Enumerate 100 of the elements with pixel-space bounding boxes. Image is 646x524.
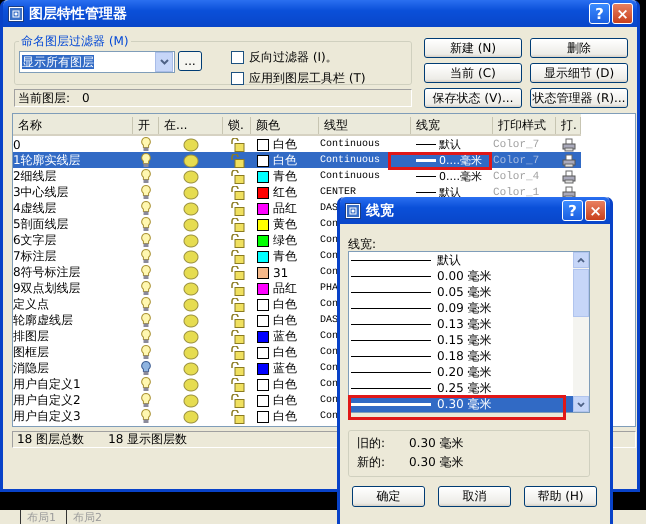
printer-icon[interactable] bbox=[562, 138, 576, 152]
lightbulb-icon[interactable] bbox=[141, 361, 151, 376]
list-item[interactable]: 0.05 毫米 bbox=[349, 284, 573, 300]
sun-icon[interactable] bbox=[183, 314, 199, 328]
chevron-down-icon[interactable] bbox=[577, 402, 585, 406]
sun-icon[interactable] bbox=[183, 298, 199, 312]
action-button[interactable]: 删除 bbox=[530, 38, 628, 58]
column-header[interactable]: 打印样式 bbox=[493, 117, 556, 134]
sun-icon[interactable] bbox=[183, 378, 199, 392]
lightbulb-icon[interactable] bbox=[141, 169, 151, 184]
column-header[interactable]: 锁. bbox=[223, 117, 251, 134]
lightbulb-icon[interactable] bbox=[141, 377, 151, 392]
padlock-icon[interactable] bbox=[230, 330, 244, 344]
lightbulb-icon[interactable] bbox=[141, 409, 151, 424]
dialog-button[interactable]: 确定 bbox=[352, 486, 425, 507]
sun-icon[interactable] bbox=[183, 362, 199, 376]
lightbulb-icon[interactable] bbox=[141, 329, 151, 344]
action-button[interactable]: 状态管理器 (R)... bbox=[530, 88, 628, 108]
sun-icon[interactable] bbox=[183, 250, 199, 264]
sun-icon[interactable] bbox=[183, 346, 199, 360]
list-item[interactable]: 0.00 毫米 bbox=[349, 268, 573, 284]
lightbulb-icon[interactable] bbox=[141, 345, 151, 360]
column-header[interactable]: 线宽 bbox=[411, 117, 493, 134]
lightbulb-icon[interactable] bbox=[141, 233, 151, 248]
help-button[interactable]: ? bbox=[589, 3, 610, 24]
sun-icon[interactable] bbox=[183, 202, 199, 216]
close-button[interactable]: × bbox=[612, 3, 633, 24]
lightbulb-icon[interactable] bbox=[141, 153, 151, 168]
sun-icon[interactable] bbox=[183, 154, 199, 168]
lightbulb-icon[interactable] bbox=[141, 313, 151, 328]
list-item[interactable]: 0.18 毫米 bbox=[349, 348, 573, 364]
column-header[interactable]: 打. bbox=[556, 117, 581, 134]
padlock-icon[interactable] bbox=[230, 314, 244, 328]
padlock-icon[interactable] bbox=[230, 298, 244, 312]
padlock-icon[interactable] bbox=[230, 346, 244, 360]
padlock-icon[interactable] bbox=[230, 282, 244, 296]
list-item[interactable]: 0.20 毫米 bbox=[349, 364, 573, 380]
list-item[interactable]: 0.13 毫米 bbox=[349, 316, 573, 332]
printer-icon[interactable] bbox=[562, 170, 576, 184]
action-button[interactable]: 当前 (C) bbox=[424, 63, 522, 83]
sun-icon[interactable] bbox=[183, 266, 199, 280]
lightbulb-icon[interactable] bbox=[141, 393, 151, 408]
list-item[interactable]: 0.25 毫米 bbox=[349, 380, 573, 396]
action-button[interactable]: 保存状态 (V)... bbox=[424, 88, 522, 108]
layer-row[interactable]: 1轮廓实线层 白色 Continuous 0....毫米 Color_7 bbox=[13, 152, 581, 168]
padlock-icon[interactable] bbox=[230, 410, 244, 424]
padlock-icon[interactable] bbox=[230, 394, 244, 408]
padlock-icon[interactable] bbox=[230, 250, 244, 264]
close-button[interactable]: × bbox=[585, 200, 606, 221]
scroll-thumb[interactable] bbox=[573, 269, 589, 317]
list-item[interactable]: 默认 bbox=[349, 252, 573, 268]
sun-icon[interactable] bbox=[183, 186, 199, 200]
sun-icon[interactable] bbox=[183, 282, 199, 296]
padlock-icon[interactable] bbox=[230, 202, 244, 216]
layer-row[interactable]: 3中心线层 红色 CENTER 默认 Color_1 bbox=[13, 184, 581, 200]
lightbulb-icon[interactable] bbox=[141, 201, 151, 216]
printer-icon[interactable] bbox=[562, 154, 576, 168]
filter-dropdown[interactable]: 显示所有图层 bbox=[19, 51, 175, 73]
list-item[interactable]: 0.09 毫米 bbox=[349, 300, 573, 316]
scrollbar[interactable] bbox=[573, 252, 589, 412]
checkbox-box[interactable] bbox=[231, 51, 244, 64]
sun-icon[interactable] bbox=[183, 138, 199, 152]
padlock-icon[interactable] bbox=[230, 186, 244, 200]
layer-row[interactable]: 0 白色 Continuous 默认 Color_7 bbox=[13, 136, 581, 152]
sun-icon[interactable] bbox=[183, 170, 199, 184]
action-button[interactable]: 显示细节 (D) bbox=[530, 63, 628, 83]
padlock-icon[interactable] bbox=[230, 378, 244, 392]
sun-icon[interactable] bbox=[183, 394, 199, 408]
padlock-icon[interactable] bbox=[230, 218, 244, 232]
padlock-icon[interactable] bbox=[230, 266, 244, 280]
padlock-icon[interactable] bbox=[230, 362, 244, 376]
padlock-icon[interactable] bbox=[230, 234, 244, 248]
dialog-button[interactable]: 帮助 (H) bbox=[524, 486, 597, 507]
sun-icon[interactable] bbox=[183, 218, 199, 232]
sun-icon[interactable] bbox=[183, 330, 199, 344]
lineweight-list[interactable]: 默认 0.00 毫米 0.05 毫米 0.09 毫米 0.13 毫米 0.15 毫米 0.18 毫米 0.20 毫米 0.25 毫米 0.30 毫米 bbox=[348, 251, 590, 413]
lightbulb-icon[interactable] bbox=[141, 265, 151, 280]
browse-button[interactable]: ... bbox=[178, 51, 202, 71]
sun-icon[interactable] bbox=[183, 234, 199, 248]
checkbox[interactable]: 反向过滤器 (I)。 bbox=[231, 49, 366, 66]
chevron-up-icon[interactable] bbox=[577, 258, 585, 262]
lightbulb-icon[interactable] bbox=[141, 297, 151, 312]
list-item[interactable]: 0.15 毫米 bbox=[349, 332, 573, 348]
lightbulb-icon[interactable] bbox=[141, 249, 151, 264]
action-button[interactable]: 新建 (N) bbox=[424, 38, 522, 58]
dialog-button[interactable]: 取消 bbox=[438, 486, 511, 507]
layer-row[interactable]: 2细线层 青色 Continuous 0....毫米 Color_4 bbox=[13, 168, 581, 184]
help-button[interactable]: ? bbox=[562, 200, 583, 221]
checkbox[interactable]: 应用到图层工具栏 (T) bbox=[231, 70, 366, 87]
checkbox-box[interactable] bbox=[231, 72, 244, 85]
column-header[interactable]: 开 bbox=[133, 117, 159, 134]
lightbulb-icon[interactable] bbox=[141, 217, 151, 232]
lightbulb-icon[interactable] bbox=[141, 185, 151, 200]
padlock-icon[interactable] bbox=[230, 154, 244, 168]
sun-icon[interactable] bbox=[183, 410, 199, 424]
lightbulb-icon[interactable] bbox=[141, 281, 151, 296]
column-header[interactable]: 在... bbox=[159, 117, 223, 134]
column-header[interactable]: 线型 bbox=[319, 117, 411, 134]
lightbulb-icon[interactable] bbox=[141, 137, 151, 152]
column-header[interactable]: 名称 bbox=[13, 117, 133, 134]
